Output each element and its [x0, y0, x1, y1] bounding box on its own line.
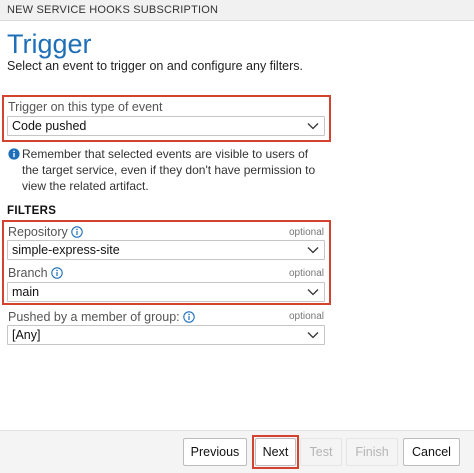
chevron-down-icon: [307, 332, 319, 339]
dialog-title: NEW SERVICE HOOKS SUBSCRIPTION: [0, 0, 474, 21]
info-icon[interactable]: [182, 311, 195, 323]
pushed-by-select[interactable]: [Any]: [7, 325, 325, 345]
pushed-by-value: [Any]: [12, 328, 41, 342]
previous-button[interactable]: Previous: [183, 438, 247, 466]
next-highlight: [252, 435, 299, 469]
pushed-by-label-text: Pushed by a member of group:: [8, 310, 180, 324]
filters-highlight: [2, 220, 331, 305]
test-button[interactable]: Test: [300, 438, 342, 466]
trigger-highlight: [2, 95, 331, 142]
visibility-note: Remember that selected events are visibl…: [8, 146, 328, 194]
info-filled-icon: [8, 148, 20, 160]
pushed-by-label: Pushed by a member of group:: [8, 310, 195, 324]
visibility-note-text: Remember that selected events are visibl…: [22, 147, 316, 193]
cancel-button[interactable]: Cancel: [403, 438, 460, 466]
pushed-by-optional: optional: [288, 311, 324, 322]
page-subtitle: Select an event to trigger on and config…: [7, 59, 304, 73]
page-title: Trigger: [7, 29, 92, 59]
finish-button[interactable]: Finish: [346, 438, 398, 466]
filters-header: FILTERS: [7, 205, 57, 217]
